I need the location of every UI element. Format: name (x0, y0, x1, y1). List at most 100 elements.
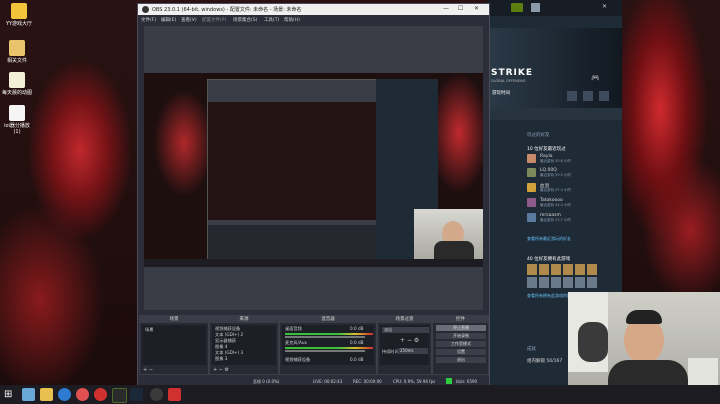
transitions-body: 淡出 + − ⚙ 持续时间 250ms (380, 325, 429, 365)
menu-scene-collection[interactable]: 场景集合(S) (233, 17, 257, 23)
channel-db: 0.0 dB (350, 357, 364, 362)
nested-docks (208, 225, 376, 260)
exit-button[interactable]: 退出 (436, 357, 486, 363)
volume-meter (285, 347, 373, 349)
channel-db: 0.0 dB (350, 340, 364, 345)
folder-icon (9, 40, 25, 56)
online-badge (511, 3, 523, 12)
friend-row[interactable]: mrsaasm 最近游玩 23.7 小时 (527, 213, 619, 223)
obs-icon[interactable] (150, 388, 163, 401)
dock-title: 场景过渡 (378, 316, 431, 323)
volume-meter (285, 333, 373, 335)
document-icon (9, 105, 25, 121)
settings-button[interactable]: 设置 (436, 349, 486, 355)
avatar[interactable] (531, 3, 540, 12)
info-icon[interactable] (583, 91, 593, 101)
window-title: OBS 23.0.1 (64-bit, windows) - 配置文件: 未命名… (152, 7, 302, 13)
captured-taskbar (144, 259, 483, 267)
desktop-icon-player[interactable]: ioi器分播放 (1) (0, 105, 34, 135)
sources-dock: 来源 视频捕获设备 文本 (GDI+) 2 显示器捕获 图像 4 文本 (GDI… (209, 315, 279, 375)
dock-title: 来源 (210, 316, 278, 323)
close-icon[interactable]: ✕ (602, 3, 607, 10)
volume-slider[interactable] (285, 350, 365, 352)
channel-name: 视频捕获设备 (285, 357, 311, 362)
shirt-shape (434, 241, 474, 261)
minimize-icon[interactable]: — (443, 5, 449, 12)
scene-item[interactable]: 场景 (145, 327, 153, 333)
sources-list: 视频捕获设备 文本 (GDI+) 2 显示器捕获 图像 4 文本 (GDI+) … (212, 325, 276, 365)
recent-friends-count: 10 位好友最近玩过 (527, 147, 566, 152)
edge-icon[interactable] (58, 388, 71, 401)
steam-icon[interactable] (130, 388, 143, 401)
task-view-icon[interactable] (22, 388, 35, 401)
star-icon[interactable] (599, 91, 609, 101)
bitrate: kb/s: 6590 (456, 379, 478, 384)
channel-name: 桌面音频 (285, 326, 302, 331)
windows-icon[interactable]: ⊞ (4, 388, 17, 401)
explorer-icon[interactable] (40, 388, 53, 401)
preview-canvas (144, 73, 483, 267)
friend-avatar-grid[interactable] (527, 264, 597, 275)
add-icon[interactable]: + − (143, 367, 153, 373)
menu-help[interactable]: 帮助(H) (284, 17, 300, 23)
nested-obs-capture (207, 79, 377, 261)
add-source-icon[interactable]: + − ⚙ (213, 367, 229, 373)
source-item[interactable]: 图像 3 (215, 356, 227, 362)
scenes-list: 场景 (142, 325, 206, 365)
desktop-icon-gif[interactable]: 每天晨的动图 (0, 72, 34, 96)
friend-status: 最近游玩 47.3 小时 (540, 188, 572, 192)
duration-label: 持续时间 (382, 349, 399, 354)
volume-slider[interactable] (285, 336, 365, 338)
desktop-icon-folder[interactable]: 相关文件 (0, 40, 34, 64)
owned-friends-count: 40 位好友拥有此游戏 (527, 257, 571, 262)
friend-row[interactable]: Rayla 最近游玩 50.8 小时 (527, 154, 619, 164)
friend-row[interactable]: 血泪 最近游玩 47.3 小时 (527, 183, 619, 193)
friend-avatar-grid[interactable] (527, 277, 597, 288)
transitions-dock: 场景过渡 淡出 + − ⚙ 持续时间 250ms (377, 315, 432, 375)
menu-file[interactable]: 文件(F) (141, 17, 156, 23)
menu-view[interactable]: 查看(V) (181, 17, 197, 23)
yy-icon (11, 3, 27, 19)
menu-tools[interactable]: 工具(T) (264, 17, 279, 23)
dock-title: 混音器 (280, 316, 376, 323)
person-shape (578, 322, 608, 362)
status-indicator (446, 378, 452, 384)
channel-name: 麦克风/Aux (285, 340, 307, 345)
transition-select[interactable]: 淡出 (382, 327, 429, 333)
avatar (527, 168, 536, 177)
menu-edit[interactable]: 编辑(E) (161, 17, 176, 23)
webcam-in-preview (414, 209, 483, 261)
friend-status: 最近游玩 50.8 小时 (540, 159, 572, 163)
menu-profile[interactable]: 配置文件(P) (202, 17, 226, 23)
friend-row[interactable]: LQ.00Q 最近游玩 59.3 小时 (527, 168, 619, 178)
add-transition-icon[interactable]: + − ⚙ (400, 337, 419, 344)
nested-preview (208, 102, 376, 220)
live-timer: LIVE: 00:02:43 (313, 379, 343, 384)
game-title: STRIKE (491, 68, 534, 78)
friend-row[interactable]: Tatokoooo 最近游玩 44.3 小时 (527, 198, 619, 208)
obs-window: OBS 23.0.1 (64-bit, windows) - 配置文件: 未命名… (137, 3, 490, 386)
stop-streaming-button[interactable]: 停止直播 (436, 325, 486, 331)
steam-titlebar: ✕ (487, 0, 622, 16)
controller-icon: 🎮 (591, 74, 600, 82)
steam-tabs (487, 108, 622, 120)
achievements-progress: 组内解锁 50/167 (527, 359, 563, 364)
studio-mode-button[interactable]: 工作室模式 (436, 341, 486, 347)
desktop-icon-yy[interactable]: YY游戏大厅 (2, 3, 36, 27)
start-recording-button[interactable]: 开始录制 (436, 333, 486, 339)
preview-area[interactable] (144, 26, 483, 310)
view-all-recent-link[interactable]: 查看所有最近游玩的好友 (527, 236, 571, 242)
game-icon[interactable] (112, 388, 127, 403)
browser-icon[interactable] (76, 388, 89, 401)
channel-db: 0.0 dB (350, 326, 364, 331)
obs-titlebar: OBS 23.0.1 (64-bit, windows) - 配置文件: 未命名… (138, 4, 489, 15)
close-icon[interactable]: ✕ (474, 5, 479, 12)
avatar (527, 154, 536, 163)
duration-input[interactable]: 250ms (398, 348, 428, 354)
gear-icon[interactable] (567, 91, 577, 101)
netease-icon[interactable] (94, 388, 107, 401)
avatar (527, 213, 536, 222)
wps-icon[interactable] (168, 388, 181, 401)
maximize-icon[interactable]: ☐ (458, 5, 463, 12)
mixer-dock: 混音器 桌面音频 0.0 dB 麦克风/Aux 0.0 dB 视频捕获设备 0.… (279, 315, 377, 375)
